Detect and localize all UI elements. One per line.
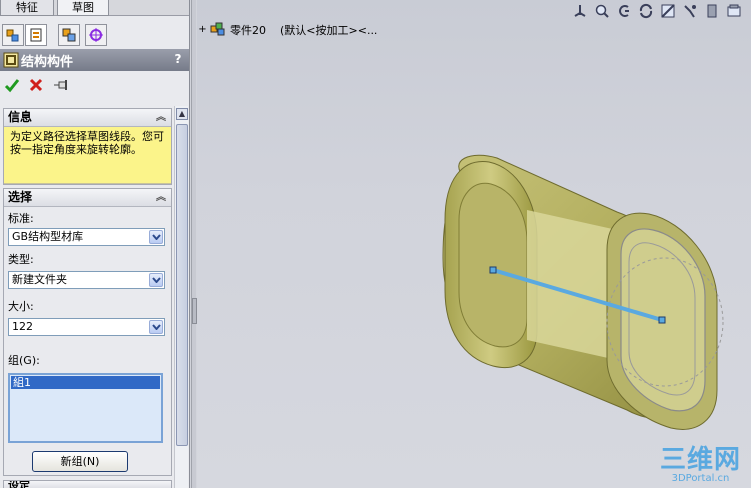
sketch-endpoint[interactable] xyxy=(658,316,666,324)
info-group: 信息 ︽ 为定义路径选择草图线段。您可按一指定角度来旋转轮廓。 xyxy=(3,108,172,185)
sketch-endpoint[interactable] xyxy=(489,266,497,274)
dimxpert-icon[interactable] xyxy=(85,24,107,46)
collapse-chevron-icon[interactable]: ︽ xyxy=(156,109,166,126)
feature-manager-icon[interactable] xyxy=(2,24,24,46)
manager-tabs xyxy=(0,24,189,46)
selection-group: 选择 ︽ 标准: GB结构型材库 类型: 新建文件夹 大小: 122 组(G):… xyxy=(3,188,172,476)
ok-check-icon[interactable] xyxy=(3,76,21,94)
vertical-scrollbar[interactable]: ▲ xyxy=(174,106,188,488)
info-group-header[interactable]: 信息 ︽ xyxy=(4,109,171,127)
pushpin-icon[interactable] xyxy=(53,76,71,94)
watermark-title: 三维网 xyxy=(659,445,741,475)
scrollbar-thumb[interactable] xyxy=(176,124,188,446)
tab-features[interactable]: 特征 xyxy=(0,0,54,16)
structural-member-icon xyxy=(3,52,19,68)
list-item[interactable]: 組1 xyxy=(11,376,160,389)
graphics-area[interactable]: + 零件20 (默认<按加工><... 三维网 3DPortal.cn xyxy=(197,0,751,488)
standard-label: 标准: xyxy=(8,212,34,225)
property-manager-panel: 特征 草图 结构构件 ? 信息 ︽ 为定义路径选择草图线段。您可按一指定角度来旋… xyxy=(0,0,190,488)
size-value: 122 xyxy=(12,320,33,333)
configuration-manager-icon[interactable] xyxy=(58,24,80,46)
scroll-up-icon[interactable]: ▲ xyxy=(176,108,188,120)
chevron-down-icon[interactable] xyxy=(149,273,163,287)
watermark-logo: 三维网 3DPortal.cn xyxy=(660,447,741,484)
size-select[interactable]: 122 xyxy=(8,318,165,336)
help-button[interactable]: ? xyxy=(170,51,186,68)
tab-sketch[interactable]: 草图 xyxy=(57,0,109,16)
info-group-title: 信息 xyxy=(8,110,33,124)
info-message: 为定义路径选择草图线段。您可按一指定角度来旋转轮廓。 xyxy=(4,127,171,184)
standard-value: GB结构型材库 xyxy=(12,230,84,243)
settings-group-header[interactable]: 设定 xyxy=(3,480,172,488)
member-back-inner xyxy=(458,182,528,348)
standard-select[interactable]: GB结构型材库 xyxy=(8,228,165,246)
panel-splitter[interactable] xyxy=(191,0,197,488)
chevron-down-icon[interactable] xyxy=(149,320,163,334)
group-label: 组(G): xyxy=(8,354,40,367)
property-manager-icon[interactable] xyxy=(25,24,47,46)
selection-group-title: 选择 xyxy=(8,190,33,204)
collapse-chevron-icon[interactable]: ︽ xyxy=(156,189,166,206)
type-value: 新建文件夹 xyxy=(12,273,67,286)
selection-group-header[interactable]: 选择 ︽ xyxy=(4,189,171,207)
type-select[interactable]: 新建文件夹 xyxy=(8,271,165,289)
size-label: 大小: xyxy=(8,300,34,313)
new-group-button[interactable]: 新组(N) xyxy=(32,451,128,472)
property-manager-header: 结构构件 ? xyxy=(0,49,189,71)
type-label: 类型: xyxy=(8,253,34,266)
group-list[interactable]: 組1 xyxy=(8,373,163,443)
settings-group-title: 设定 xyxy=(8,480,30,488)
property-manager-content: 信息 ︽ 为定义路径选择草图线段。您可按一指定角度来旋转轮廓。 选择 ︽ 标准:… xyxy=(0,106,173,488)
watermark-url: 3DPortal.cn xyxy=(671,473,730,484)
model-view[interactable] xyxy=(197,0,751,488)
chevron-down-icon[interactable] xyxy=(149,230,163,244)
selection-group-body: 标准: GB结构型材库 类型: 新建文件夹 大小: 122 组(G): 組1 新… xyxy=(4,207,171,475)
property-manager-title: 结构构件 xyxy=(21,55,74,70)
action-buttons xyxy=(0,76,189,96)
command-manager-tabs: 特征 草图 xyxy=(0,0,189,16)
cancel-x-icon[interactable] xyxy=(27,76,45,94)
